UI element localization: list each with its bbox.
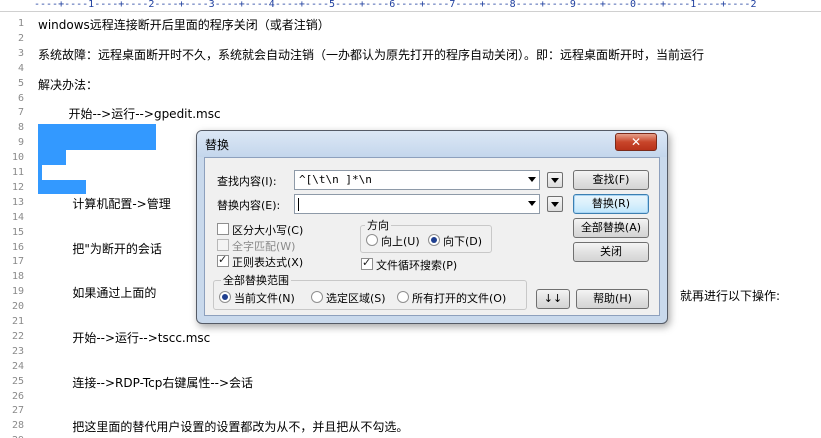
scope-selection-radio[interactable] xyxy=(311,291,323,303)
editor-line: 解决办法： xyxy=(38,78,99,92)
direction-down-label: 向下(D) xyxy=(443,235,483,248)
line-number: 15 xyxy=(11,227,24,238)
direction-label: 方向 xyxy=(365,217,391,233)
checkmark-icon: ✓ xyxy=(218,253,228,266)
replace-input[interactable] xyxy=(294,194,540,214)
find-input[interactable]: ^[\t\n ]*\n xyxy=(294,170,540,190)
dialog-body: 查找内容(I): ^[\t\n ]*\n 替换内容(E): 查找(F) 替换(R… xyxy=(204,157,660,316)
text-selection xyxy=(38,180,86,194)
scope-current-radio[interactable] xyxy=(219,291,231,303)
match-case-checkbox[interactable] xyxy=(217,223,229,235)
radio-selected-dot xyxy=(431,237,437,243)
ruler-scale: ----+----1----+----2----+----3----+----4… xyxy=(34,0,757,10)
editor-line: 把这里面的替代用户设置的设置都改为从不，并且把从不勾选。 xyxy=(38,420,409,434)
line-number: 8 xyxy=(17,122,24,133)
editor-line: 系统故障：远程桌面断开时不久，系统就会自动注销（一办都认为原先打开的程序自动关闭… xyxy=(38,48,705,62)
regex-checkbox[interactable]: ✓ xyxy=(217,253,229,267)
line-number: 23 xyxy=(11,346,24,357)
editor-line: 计算机配置->管理 xyxy=(38,197,171,211)
down-arrows-button[interactable]: ↓↓ xyxy=(536,289,570,309)
direction-up-label: 向上(U) xyxy=(381,235,420,248)
chevron-down-icon[interactable] xyxy=(528,201,536,206)
editor-line: 开始-->运行-->gpedit.msc xyxy=(38,107,221,121)
line-number: 9 xyxy=(17,137,24,148)
checkmark-icon: ✓ xyxy=(362,256,372,269)
line-number: 4 xyxy=(17,63,24,74)
replace-all-button[interactable]: 全部替换(A) xyxy=(573,218,649,238)
text-selection xyxy=(38,124,156,150)
radio-selected-dot xyxy=(222,294,228,300)
find-history-button[interactable] xyxy=(547,172,563,188)
line-number: 2 xyxy=(17,33,24,44)
line-number: 12 xyxy=(11,182,24,193)
line-number: 7 xyxy=(17,107,24,118)
line-number: 10 xyxy=(11,152,24,163)
line-number: 11 xyxy=(11,167,24,178)
line-number: 5 xyxy=(17,78,24,89)
editor-line: 把"为断开的会话 xyxy=(38,242,162,256)
scope-current-label: 当前文件(N) xyxy=(234,292,295,305)
help-button[interactable]: 帮助(H) xyxy=(576,289,649,309)
replace-history-button[interactable] xyxy=(547,196,563,212)
line-number: 1 xyxy=(17,18,24,29)
line-number: 27 xyxy=(11,405,24,416)
whole-word-label: 全字匹配(W) xyxy=(232,240,296,253)
line-number: 13 xyxy=(11,197,24,208)
find-input-value: ^[\t\n ]*\n xyxy=(299,173,372,186)
line-number: 26 xyxy=(11,391,24,402)
find-label: 查找内容(I): xyxy=(217,175,277,188)
text-selection xyxy=(38,150,66,165)
line-number: 25 xyxy=(11,376,24,387)
wrap-around-checkbox[interactable]: ✓ xyxy=(361,256,373,270)
line-number-gutter: 1 2 3 4 5 6 7 8 9 10 11 12 13 14 15 16 17 18 19 20 21 22 23 24 2… xyxy=(0,12,30,438)
match-case-label: 区分大小写(C) xyxy=(232,224,304,237)
ruler: ----+----1----+----2----+----3----+----4… xyxy=(0,0,821,12)
chevron-down-icon xyxy=(551,178,559,183)
scope-all-radio[interactable] xyxy=(397,291,409,303)
text-caret xyxy=(298,198,299,211)
line-number: 24 xyxy=(11,361,24,372)
whole-word-checkbox[interactable] xyxy=(217,239,229,251)
text-selection xyxy=(38,165,42,180)
editor-line: 开始-->运行-->tscc.msc xyxy=(38,331,211,345)
dialog-titlebar[interactable]: 替换 ✕ xyxy=(197,131,667,157)
line-number: 28 xyxy=(11,420,24,431)
line-number: 20 xyxy=(11,301,24,312)
line-number: 19 xyxy=(11,286,24,297)
editor-line: 连接-->RDP-Tcp右键属性-->会话 xyxy=(38,376,254,390)
line-number: 21 xyxy=(11,316,24,327)
scope-selection-label: 选定区域(S) xyxy=(326,292,386,305)
replace-scope-label: 全部替换范围 xyxy=(221,272,291,288)
line-number: 22 xyxy=(11,331,24,342)
replace-dialog: 替换 ✕ 查找内容(I): ^[\t\n ]*\n 替换内容(E): 查找(F)… xyxy=(196,130,668,324)
wrap-around-label: 文件循环搜索(P) xyxy=(376,259,458,272)
scope-all-label: 所有打开的文件(O) xyxy=(412,292,507,305)
close-button[interactable]: 关闭 xyxy=(573,242,649,262)
line-number: 3 xyxy=(17,48,24,59)
regex-label: 正则表达式(X) xyxy=(232,256,304,269)
line-number: 14 xyxy=(11,212,24,223)
chevron-down-icon[interactable] xyxy=(528,177,536,182)
direction-down-radio[interactable] xyxy=(428,234,440,246)
direction-up-radio[interactable] xyxy=(366,234,378,246)
line-number: 16 xyxy=(11,242,24,253)
find-button[interactable]: 查找(F) xyxy=(573,170,649,190)
chevron-down-icon xyxy=(551,202,559,207)
line-19-tail: 就再进行以下操作: xyxy=(680,289,781,303)
dialog-title: 替换 xyxy=(205,138,230,152)
replace-label: 替换内容(E): xyxy=(217,199,281,212)
editor-line: windows远程连接断开后里面的程序关闭（或者注销） xyxy=(38,18,330,32)
line-number: 6 xyxy=(17,93,24,104)
close-icon[interactable]: ✕ xyxy=(615,133,657,151)
editor-line: 如果通过上面的 xyxy=(38,286,157,300)
line-number: 18 xyxy=(11,271,24,282)
replace-button[interactable]: 替换(R) xyxy=(573,194,649,214)
line-number: 17 xyxy=(11,256,24,267)
